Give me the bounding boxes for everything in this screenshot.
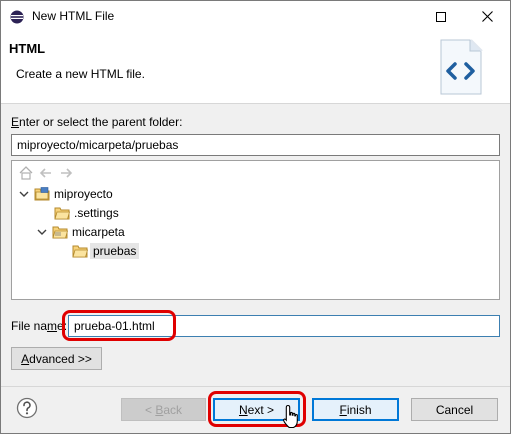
project-icon: [34, 187, 50, 201]
tree-item-pruebas[interactable]: pruebas: [72, 242, 140, 260]
cancel-button[interactable]: Cancel: [411, 398, 498, 421]
chevron-down-icon[interactable]: [18, 188, 30, 200]
advanced-button[interactable]: Advanced >>: [11, 347, 102, 370]
tree-item-settings[interactable]: .settings: [54, 204, 119, 222]
close-icon: [481, 11, 493, 22]
tree-item-miproyecto[interactable]: miproyecto: [18, 185, 113, 203]
home-icon[interactable]: [18, 165, 34, 181]
maximize-icon: [436, 11, 446, 22]
folder-icon: [54, 207, 70, 220]
finish-button[interactable]: Finish: [312, 398, 399, 421]
tree-item-micarpeta[interactable]: micarpeta: [36, 223, 125, 241]
close-button[interactable]: [464, 1, 510, 32]
tree-item-label: .settings: [74, 206, 119, 220]
window-title: New HTML File: [32, 9, 115, 23]
folder-tree[interactable]: miproyecto .settings micarpeta pruebas: [11, 160, 500, 300]
maximize-button[interactable]: [418, 1, 464, 32]
forward-arrow-icon[interactable]: [58, 165, 74, 181]
html-file-wizard-icon: [440, 39, 483, 95]
tree-toolbar: [18, 165, 74, 181]
parent-folder-input[interactable]: [11, 134, 500, 156]
file-name-input[interactable]: [68, 315, 500, 337]
tree-item-label: micarpeta: [72, 225, 125, 239]
file-name-label: File name:: [11, 319, 68, 333]
eclipse-icon: [10, 10, 24, 24]
help-icon[interactable]: [16, 397, 38, 419]
footer-separator: [1, 386, 510, 387]
chevron-down-icon[interactable]: [36, 226, 48, 238]
parent-folder-label: Enter or select the parent folder:: [11, 115, 183, 129]
folder-icon: [72, 245, 88, 258]
back-arrow-icon[interactable]: [38, 165, 54, 181]
wizard-description: Create a new HTML file.: [16, 67, 145, 81]
new-html-file-dialog: New HTML File HTML Create a new HTML fil…: [0, 0, 511, 434]
hand-cursor-icon: [283, 404, 298, 429]
folder-icon: [52, 226, 68, 239]
back-button[interactable]: < Back: [121, 398, 206, 421]
title-bar: New HTML File: [1, 1, 510, 32]
wizard-title: HTML: [9, 41, 46, 56]
wizard-banner: HTML Create a new HTML file.: [1, 32, 510, 104]
tree-item-label: miproyecto: [54, 187, 113, 201]
tree-item-label: pruebas: [90, 243, 140, 259]
